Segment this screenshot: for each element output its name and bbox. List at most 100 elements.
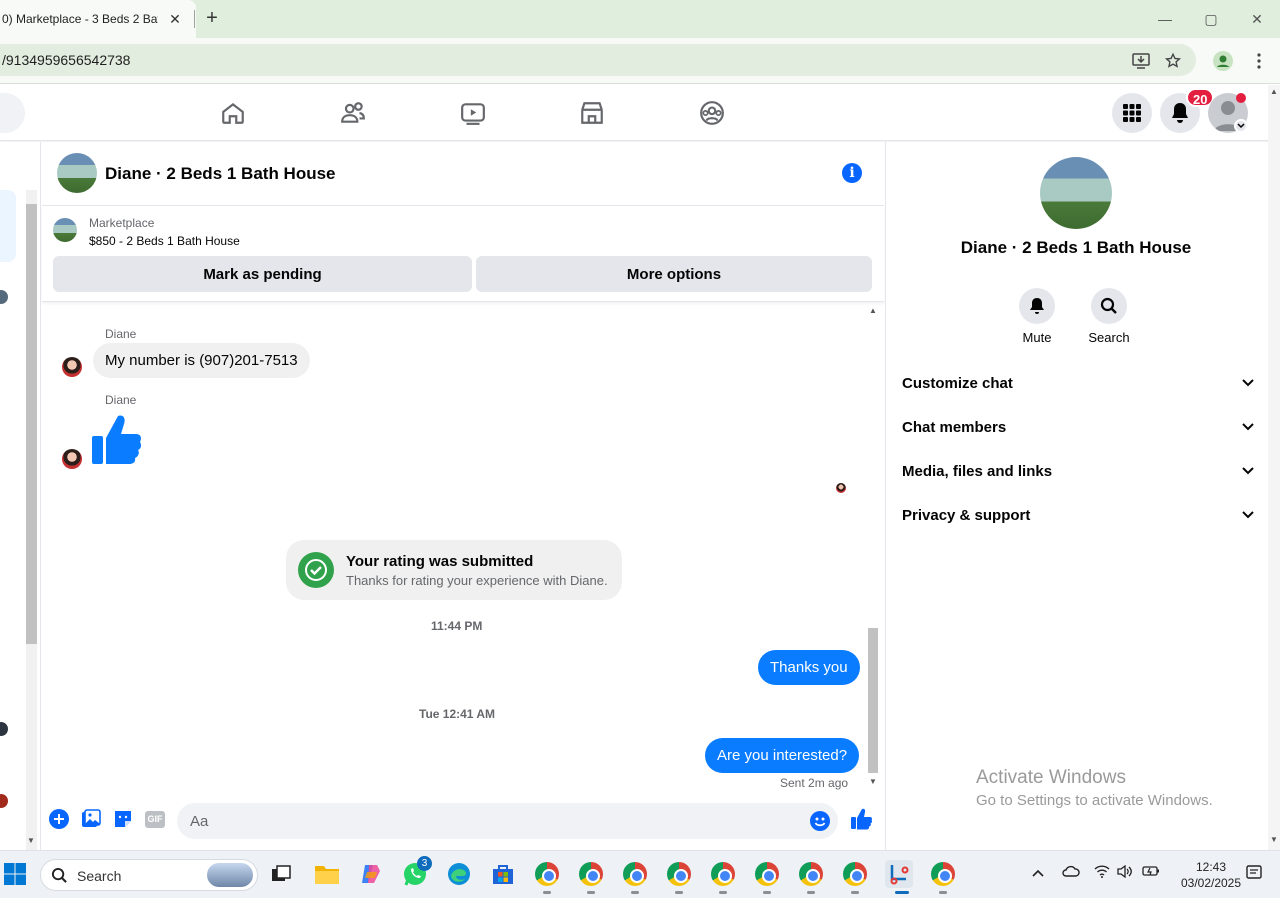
- profile-icon[interactable]: [1212, 50, 1234, 72]
- whatsapp-icon[interactable]: 3: [401, 856, 432, 888]
- chrome-profile-icon[interactable]: [709, 860, 737, 888]
- battery-icon[interactable]: [1142, 865, 1160, 880]
- volume-icon[interactable]: [1117, 864, 1133, 881]
- gif-icon[interactable]: GIF: [145, 809, 165, 829]
- message-thread: Diane My number is (907)201-7513 Diane Y…: [42, 303, 884, 790]
- chat-list-avatar[interactable]: [0, 794, 8, 808]
- incoming-message[interactable]: My number is (907)201-7513: [93, 343, 310, 378]
- running-indicator: [543, 891, 551, 894]
- listing-thumbnail[interactable]: [53, 218, 77, 242]
- chevron-down-icon: [1242, 511, 1254, 519]
- conversation-avatar[interactable]: [57, 153, 97, 193]
- bookmark-star-icon[interactable]: [1162, 50, 1184, 72]
- activate-windows-watermark: Activate Windows Go to Settings to activ…: [976, 767, 1213, 809]
- windows-taskbar: Search 3 12:43 03/02/2025: [0, 850, 1280, 898]
- restore-button[interactable]: ▢: [1201, 9, 1221, 29]
- chrome-profile-icon[interactable]: [753, 860, 781, 888]
- outgoing-message[interactable]: Thanks you: [758, 650, 860, 685]
- account-chevron-icon[interactable]: [1234, 119, 1248, 133]
- like-icon[interactable]: [851, 808, 873, 830]
- conversation-info-panel: Diane · 2 Beds 1 Bath House Mute Search …: [885, 142, 1265, 850]
- message-scrollbar[interactable]: ▲ ▼: [866, 303, 880, 790]
- conversation-title[interactable]: Diane · 2 Beds 1 Bath House: [105, 164, 336, 184]
- menu-grid-icon[interactable]: [1112, 93, 1152, 133]
- chat-list-scroll-thumb[interactable]: [26, 204, 37, 644]
- show-hidden-icons-icon[interactable]: [1032, 865, 1044, 880]
- bell-icon[interactable]: [1019, 288, 1055, 324]
- notification-center-icon[interactable]: [1246, 865, 1262, 884]
- conversation-panel: Diane · 2 Beds 1 Bath House i Marketplac…: [42, 142, 884, 850]
- page-scrollbar[interactable]: ▲ ▼: [1268, 85, 1280, 850]
- microsoft-store-icon[interactable]: [489, 860, 517, 888]
- message-scroll-thumb[interactable]: [868, 628, 878, 773]
- chrome-profile-icon[interactable]: [577, 860, 605, 888]
- tab-close-icon[interactable]: ✕: [166, 10, 184, 28]
- chrome-profile-icon[interactable]: [797, 860, 825, 888]
- image-icon[interactable]: [81, 809, 101, 829]
- chrome-profile-icon[interactable]: [929, 860, 957, 888]
- like-sticker-icon[interactable]: [92, 414, 142, 471]
- url-text: /9134959656542738: [2, 52, 131, 68]
- file-explorer-icon[interactable]: [313, 860, 341, 888]
- groups-icon[interactable]: [695, 97, 729, 129]
- more-options-button[interactable]: More options: [476, 256, 872, 292]
- profile-photo[interactable]: [1040, 157, 1112, 229]
- address-bar[interactable]: /9134959656542738: [0, 44, 1196, 76]
- new-tab-button[interactable]: +: [202, 8, 222, 29]
- sender-avatar[interactable]: [62, 357, 82, 377]
- chevron-down-icon: [1242, 423, 1254, 431]
- scroll-down-arrow-icon[interactable]: ▼: [1270, 835, 1278, 844]
- mute-button[interactable]: Mute: [1007, 288, 1067, 345]
- edge-icon[interactable]: [445, 860, 473, 888]
- facebook-search-stub[interactable]: [0, 93, 25, 133]
- taskbar-search[interactable]: Search: [40, 859, 258, 891]
- outgoing-message[interactable]: Are you interested?: [705, 738, 860, 773]
- active-chat-highlight[interactable]: [0, 190, 16, 262]
- friends-icon[interactable]: [336, 97, 370, 129]
- minimize-button[interactable]: —: [1155, 9, 1175, 29]
- rating-subtitle: Thanks for rating your experience with D…: [346, 573, 608, 588]
- scroll-down-arrow-icon[interactable]: ▼: [27, 836, 35, 845]
- emoji-icon[interactable]: [810, 811, 830, 831]
- copilot-icon[interactable]: [357, 860, 385, 888]
- listing-title[interactable]: $850 - 2 Beds 1 Bath House: [89, 234, 240, 248]
- chat-list-avatar[interactable]: [0, 722, 8, 736]
- mark-as-pending-button[interactable]: Mark as pending: [53, 256, 472, 292]
- browser-tab[interactable]: 0) Marketplace - 3 Beds 2 Bat ✕: [0, 0, 196, 38]
- message-input[interactable]: Aa: [177, 803, 838, 839]
- scroll-up-arrow-icon[interactable]: ▲: [1270, 87, 1278, 96]
- customize-chat-row[interactable]: Customize chat: [902, 361, 1254, 405]
- windows-start-icon[interactable]: [1, 860, 29, 888]
- taskbar-clock[interactable]: 12:43 03/02/2025: [1168, 859, 1254, 891]
- install-app-icon[interactable]: [1130, 50, 1152, 72]
- plus-icon[interactable]: [49, 809, 69, 829]
- chrome-profile-icon[interactable]: [533, 860, 561, 888]
- running-indicator: [631, 891, 639, 894]
- task-view-icon[interactable]: [267, 860, 295, 888]
- wifi-icon[interactable]: [1094, 865, 1110, 881]
- media-files-links-row[interactable]: Media, files and links: [902, 449, 1254, 493]
- rating-submitted-card: Your rating was submitted Thanks for rat…: [286, 540, 622, 600]
- search-icon[interactable]: [1091, 288, 1127, 324]
- snipping-tool-icon[interactable]: [885, 860, 913, 888]
- search-conversation-button[interactable]: Search: [1079, 288, 1139, 345]
- chrome-profile-icon[interactable]: [841, 860, 869, 888]
- info-icon[interactable]: i: [842, 163, 862, 183]
- close-window-button[interactable]: ✕: [1247, 9, 1267, 29]
- marketplace-icon[interactable]: [575, 97, 609, 129]
- browser-menu-icon[interactable]: [1248, 50, 1270, 72]
- home-icon[interactable]: [216, 97, 250, 129]
- video-icon[interactable]: [456, 97, 490, 129]
- tab-separator: [194, 10, 195, 28]
- scroll-down-arrow-icon[interactable]: ▼: [869, 777, 877, 786]
- chat-members-row[interactable]: Chat members: [902, 405, 1254, 449]
- privacy-support-row[interactable]: Privacy & support: [902, 493, 1254, 537]
- scroll-up-arrow-icon[interactable]: ▲: [869, 306, 877, 315]
- sticker-icon[interactable]: [113, 809, 133, 829]
- chrome-profile-icon[interactable]: [621, 860, 649, 888]
- chat-list-avatar[interactable]: [0, 290, 8, 304]
- sender-avatar[interactable]: [62, 449, 82, 469]
- onedrive-icon[interactable]: [1062, 865, 1080, 880]
- chrome-profile-icon[interactable]: [665, 860, 693, 888]
- chat-list-scrollbar[interactable]: [26, 190, 37, 850]
